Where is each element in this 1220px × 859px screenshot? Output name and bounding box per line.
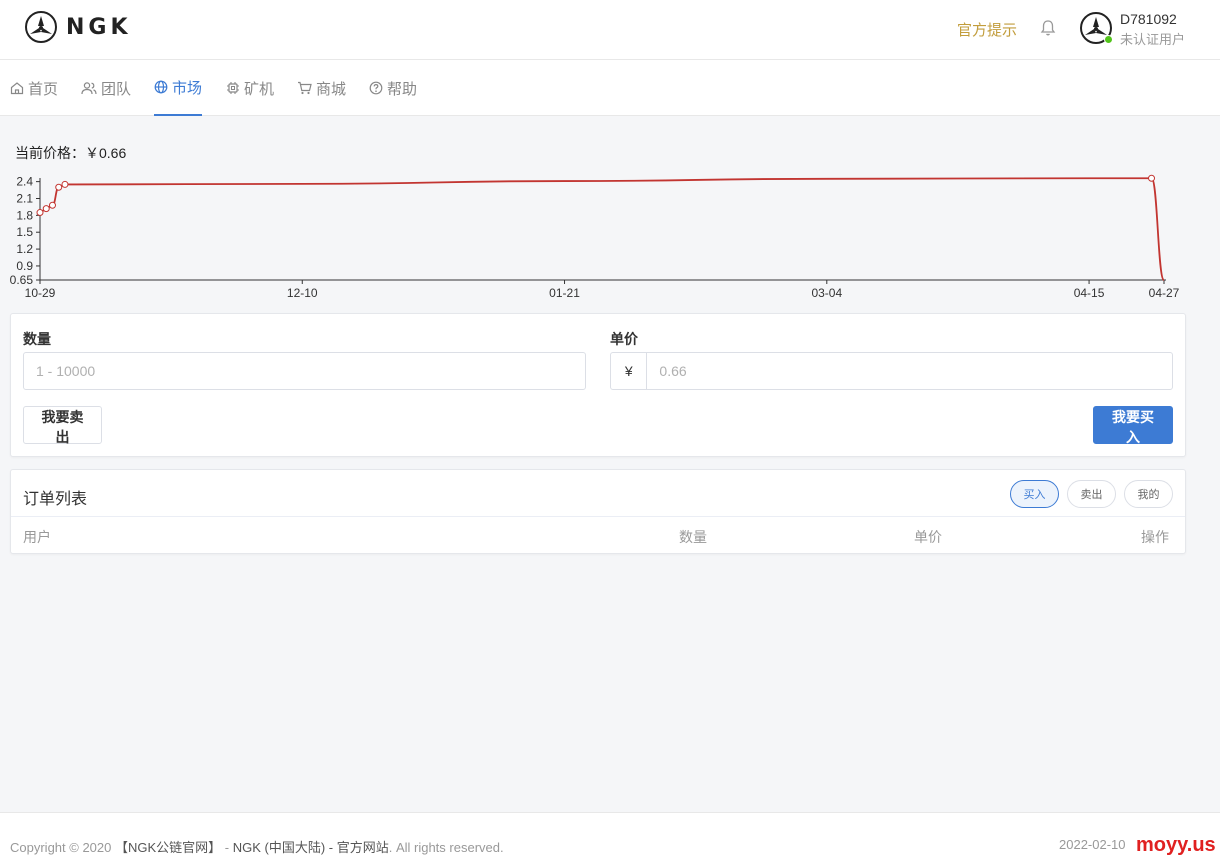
nav-item-label: 矿机 [244,80,275,98]
y-tick-label: 2.1 [16,191,33,205]
footer-date: 2022-02-10 [1059,837,1126,852]
order-list-card: 订单列表 买入 卖出 我的 用户 数量 单价 操作 [10,469,1186,554]
quantity-label: 数量 [23,331,51,347]
unit-price-field-wrapper: ¥ [610,352,1173,390]
price-point [48,201,56,209]
filter-sell-button[interactable]: 卖出 [1067,480,1116,508]
nav-item-team[interactable]: 团队 [81,60,131,116]
team-icon [81,82,97,95]
current-price: 当前价格：￥0.66 [15,143,126,163]
price-point [55,183,63,191]
top-header: NGK 官方提示 D781092 未认证用户 [0,0,1220,60]
unit-price-label: 单价 [610,331,638,347]
footer-separator: - [221,840,233,855]
current-price-value: ￥0.66 [85,145,127,161]
quantity-field-wrapper [23,352,586,390]
chip-icon [227,82,239,94]
sell-button[interactable]: 我要卖出 [23,406,102,445]
footer: Copyright © 2020 【NGK公链官网】 - NGK (中国大陆) … [0,812,1220,859]
current-price-label: 当前价格： [15,145,85,161]
column-header-quantity: 数量 [679,529,707,545]
column-header-action: 操作 [1141,529,1169,545]
footer-copyright: Copyright © 2020 【NGK公链官网】 - NGK (中国大陆) … [10,837,504,856]
price-line-chart: 2.4 2.1 1.8 1.5 1.2 0.90.6510-29 12-10 01-21 03-… [10,174,1180,300]
x-tick-label: 12-10 [287,286,318,300]
price-series-line [39,177,1165,281]
official-notice-link[interactable]: 官方提示 [957,19,1017,40]
ngk-logo-icon [25,11,57,43]
rights-text: . All rights reserved. [388,840,504,855]
nav-item-home[interactable]: 首页 [10,60,58,116]
price-point [42,205,50,213]
y-tick-label: 0.65 [10,273,34,287]
user-id[interactable]: D781092 [1120,11,1177,27]
site-name-link[interactable]: 【NGK公链官网】 [115,840,221,855]
nav-item-mall[interactable]: 商城 [297,60,346,116]
y-tick-label: 1.8 [16,208,33,222]
y-tick-label: 2.4 [16,175,33,189]
nav-item-label: 团队 [101,80,132,98]
price-point [36,209,44,217]
trade-form-card: 数量 单价 ¥ 我要卖出 我要买入 [10,313,1186,457]
divider [11,516,1185,517]
price-point [1148,174,1156,182]
nav-item-label: 商城 [316,80,347,98]
nav-item-help[interactable]: 帮助 [369,60,417,116]
main-nav: 首页 团队 市场 矿机 商城 帮助 [0,60,1220,116]
official-site-link[interactable]: NGK (中国大陆) - 官方网站 [233,840,389,855]
user-verification-status: 未认证用户 [1120,32,1186,47]
logo-text: NGK [66,14,132,40]
unit-price-input[interactable] [647,363,1172,379]
avatar[interactable] [1079,11,1113,45]
y-tick-label: 1.5 [16,225,33,239]
buy-button[interactable]: 我要买入 [1093,406,1173,445]
x-tick-label: 10-29 [25,286,56,300]
column-header-user: 用户 [23,529,51,545]
globe-icon [154,80,168,94]
x-tick-label: 03-04 [811,286,842,300]
filter-mine-button[interactable]: 我的 [1124,480,1173,508]
quantity-input[interactable] [24,363,585,379]
cart-icon [298,81,312,95]
filter-buy-button[interactable]: 买入 [1010,480,1059,508]
price-point [61,180,69,188]
online-status-dot [1104,35,1113,44]
nav-item-market[interactable]: 市场 [154,60,202,116]
order-list-title: 订单列表 [23,491,88,508]
nav-item-label: 帮助 [387,80,418,98]
nav-item-miner[interactable]: 矿机 [226,60,274,116]
x-tick-label: 04-15 [1074,286,1105,300]
logo[interactable]: NGK [24,10,132,44]
x-tick-label: 04-27 [1149,286,1180,300]
y-tick-label: 0.9 [16,259,33,273]
currency-prefix: ¥ [611,353,648,389]
x-tick-label: 01-21 [549,286,580,300]
watermark: moyy.us [1136,834,1216,856]
copyright-prefix: Copyright © 2020 [10,840,112,855]
nav-item-label: 市场 [172,79,203,97]
column-header-unit-price: 单价 [914,529,942,545]
y-tick-label: 1.2 [16,242,33,256]
nav-item-label: 首页 [28,80,59,98]
bell-icon[interactable] [1040,19,1056,40]
home-icon [10,82,24,95]
help-icon [369,81,383,95]
